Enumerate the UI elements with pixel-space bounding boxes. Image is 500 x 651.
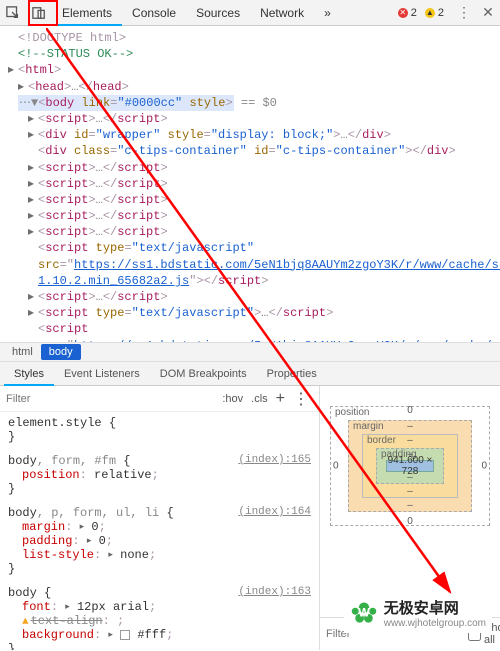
tab-console[interactable]: Console bbox=[122, 0, 186, 26]
tab-sources[interactable]: Sources bbox=[186, 0, 250, 26]
tutorial-arrow bbox=[46, 28, 500, 628]
error-badge[interactable]: ✕2 bbox=[398, 7, 417, 19]
cursor-box-icon bbox=[6, 6, 20, 20]
inspect-element-button[interactable] bbox=[0, 0, 26, 26]
crumb-html[interactable]: html bbox=[4, 344, 41, 360]
tab-more[interactable]: » bbox=[314, 0, 341, 26]
tab-elements[interactable]: Elements bbox=[52, 0, 122, 26]
devtools-toolbar: Elements Console Sources Network » ✕2 ▲2… bbox=[0, 0, 500, 26]
close-icon[interactable]: ✕ bbox=[476, 4, 500, 21]
tab-network[interactable]: Network bbox=[250, 0, 314, 26]
warning-badge[interactable]: ▲2 bbox=[425, 7, 444, 19]
warning-icon: ▲ bbox=[425, 8, 435, 18]
device-toggle-button[interactable] bbox=[26, 0, 52, 26]
panel-tabs: Elements Console Sources Network » bbox=[52, 0, 341, 26]
device-icon bbox=[32, 6, 46, 20]
error-icon: ✕ bbox=[398, 8, 408, 18]
kebab-menu-icon[interactable]: ⋮ bbox=[452, 4, 476, 21]
